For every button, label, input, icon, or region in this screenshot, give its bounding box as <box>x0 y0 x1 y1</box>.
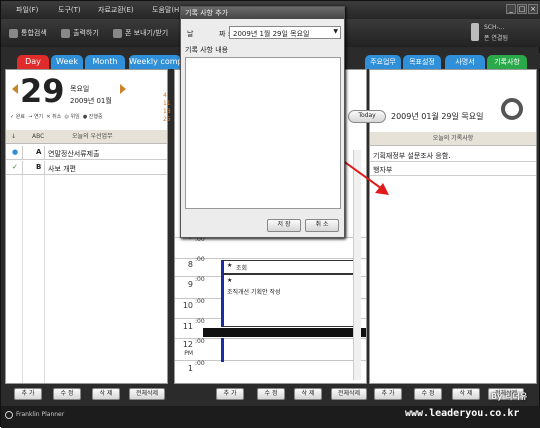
cancel-button[interactable]: 취 소 <box>305 219 339 232</box>
note-content-textarea[interactable] <box>185 57 341 209</box>
search-icon <box>9 28 18 38</box>
tab-mission[interactable]: 사명서 <box>445 55 485 69</box>
mini-numbers: 4 11 18 25 <box>163 92 171 123</box>
event-icon: ★ <box>227 277 233 284</box>
hour-label: 9 <box>187 280 193 289</box>
menu-file[interactable]: 파일(F) <box>16 5 38 15</box>
task-row[interactable]: ● A 연말정산서류제출 <box>6 146 167 160</box>
prev-day-icon[interactable] <box>12 84 18 94</box>
tab-weekly-compass[interactable]: Weekly comp <box>129 55 181 69</box>
minute-label: :00 <box>195 276 205 283</box>
next-day-icon[interactable] <box>120 84 126 94</box>
save-button[interactable]: 저 장 <box>267 219 301 232</box>
mobile-phone-icon <box>471 23 479 41</box>
status-legend: ✓ 완료 → 연기 ✕ 취소 ◎ 위임 ● 진행중 <box>10 114 103 120</box>
minute-label: :00 <box>195 256 205 263</box>
device-name: SCH-... <box>484 24 505 31</box>
tab-goals[interactable]: 목표설정 <box>403 55 441 69</box>
event-marker <box>221 338 224 362</box>
tab-day[interactable]: Day <box>17 55 49 69</box>
watermark: www.leaderyou.co.kr <box>405 408 520 419</box>
close-button[interactable]: × <box>528 4 538 14</box>
tasks-header: ↓ ABC 오늘의 우선업무 <box>6 130 167 144</box>
current-time-bar <box>203 328 366 337</box>
mid-add-button[interactable]: 추 가 <box>216 388 244 400</box>
search-tool[interactable]: 통합검색 <box>9 28 47 38</box>
weekday: 목요일 <box>70 85 90 93</box>
date-select[interactable]: 2009년 1월 29일 목요일 ▼ <box>229 26 341 39</box>
content-label: 기록 사항 내용 <box>185 46 229 54</box>
event-block[interactable]: ★ 조직개선 기획안 작성 <box>221 274 355 327</box>
menu-tools[interactable]: 도구(T) <box>58 5 81 15</box>
hour-label: 11 <box>182 322 193 331</box>
current-date: 2009년 01월 29일 목요일 <box>391 112 484 121</box>
priority-tasks-panel: 29 목요일 2009년 01월 ✓ 완료 → 연기 ✕ 취소 ◎ 위임 ● 진… <box>5 69 168 384</box>
day-number: 29 <box>20 72 65 110</box>
tab-notes[interactable]: 기록사항 <box>487 55 527 69</box>
event-block[interactable]: ★ 조회 <box>221 260 355 274</box>
sort-icon[interactable]: ↓ <box>11 130 16 144</box>
menu-help[interactable]: 도움말(H) <box>152 5 182 15</box>
logo-icon <box>5 411 13 419</box>
mid-edit-button[interactable]: 수 정 <box>257 388 285 400</box>
tab-key-tasks[interactable]: 주요업무 <box>365 55 401 69</box>
minimize-button[interactable]: _ <box>506 4 516 14</box>
mid-delete-all-button[interactable]: 전체삭제 <box>331 388 367 400</box>
today-button[interactable]: Today <box>348 110 386 123</box>
left-edit-button[interactable]: 수 정 <box>53 388 81 400</box>
minute-label: :00 <box>195 338 205 345</box>
right-delete-button[interactable]: 삭 제 <box>452 388 480 400</box>
tab-month[interactable]: Month <box>85 55 125 69</box>
add-note-dialog: 기록 사항 추가 날 짜 : 2009년 1월 29일 목요일 ▼ 기록 사항 … <box>180 6 345 238</box>
device-status: 폰 연결됨 <box>484 35 508 42</box>
dialog-title: 기록 사항 추가 <box>181 7 344 19</box>
printer-icon <box>61 28 70 38</box>
minute-label: :00 <box>195 318 205 325</box>
task-row[interactable]: ✓ B 사보 개편 <box>6 161 167 175</box>
right-edit-button[interactable]: 수 정 <box>414 388 442 400</box>
right-add-button[interactable]: 추 가 <box>374 388 402 400</box>
print-tool[interactable]: 출력하기 <box>61 28 99 38</box>
tab-week[interactable]: Week <box>51 55 83 69</box>
left-add-button[interactable]: 추 가 <box>14 388 42 400</box>
status-bar: Franklin Planner www.leaderyou.co.kr <box>1 406 540 428</box>
dropdown-arrow-icon[interactable]: ▼ <box>333 28 338 35</box>
date-label: 날 <box>187 30 194 38</box>
pm-label: PM <box>184 350 193 357</box>
planner-window: 파일(F) 도구(T) 자료교환(E) 도움말(H) _ □ × 통합검색 출력… <box>0 0 540 428</box>
brand-label: Franklin Planner <box>16 411 65 418</box>
hour-label: 10 <box>182 301 193 310</box>
mid-delete-button[interactable]: 삭 제 <box>294 388 322 400</box>
hour-label: 1 <box>187 364 193 373</box>
left-delete-all-button[interactable]: 전체삭제 <box>129 388 165 400</box>
minute-label: :00 <box>195 298 205 305</box>
minute-label: :00 <box>195 360 205 367</box>
phone-sync-tool[interactable]: 폰 보내기/받기 <box>113 28 168 38</box>
year-month: 2009년 01월 <box>70 97 112 105</box>
left-delete-button[interactable]: 삭 제 <box>92 388 120 400</box>
maximize-button[interactable]: □ <box>517 4 527 14</box>
compass-icon <box>501 98 523 120</box>
watermark-badge: By 리더유 <box>491 392 528 401</box>
phone-icon <box>113 28 122 38</box>
event-icon: ★ <box>227 262 233 269</box>
hour-label: 12 <box>182 340 193 349</box>
menu-data-exchange[interactable]: 자료교환(E) <box>98 5 134 15</box>
hour-label: 8 <box>187 260 193 269</box>
